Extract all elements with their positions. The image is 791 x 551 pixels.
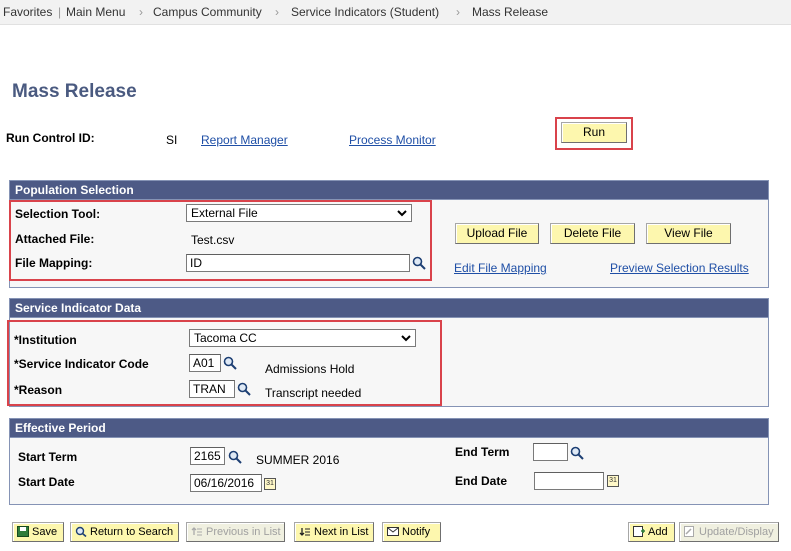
service-indicator-code-label: *Service Indicator Code bbox=[14, 357, 149, 371]
edit-file-mapping-link[interactable]: Edit File Mapping bbox=[454, 261, 547, 275]
population-selection-header: Population Selection bbox=[10, 181, 768, 200]
file-mapping-input[interactable]: ID bbox=[186, 254, 410, 272]
notify-icon bbox=[387, 527, 399, 536]
service-indicator-code-description: Admissions Hold bbox=[265, 362, 355, 376]
start-term-description: SUMMER 2016 bbox=[256, 453, 340, 467]
update-display-label: Update/Display bbox=[699, 526, 774, 538]
add-button[interactable]: Add bbox=[628, 522, 675, 542]
add-icon bbox=[633, 526, 645, 537]
add-label: Add bbox=[648, 526, 668, 538]
search-icon[interactable] bbox=[223, 356, 237, 370]
effective-period-header: Effective Period bbox=[10, 419, 768, 438]
update-display-button[interactable]: Update/Display bbox=[679, 522, 779, 542]
service-indicator-code-input[interactable]: A01 bbox=[189, 354, 221, 372]
save-button[interactable]: Save bbox=[12, 522, 64, 542]
search-icon[interactable] bbox=[237, 382, 251, 396]
return-to-search-label: Return to Search bbox=[90, 526, 174, 538]
breadcrumb-chevron: › bbox=[456, 5, 460, 19]
page-title: Mass Release bbox=[12, 81, 137, 102]
view-file-button[interactable]: View File bbox=[646, 223, 731, 244]
delete-file-button[interactable]: Delete File bbox=[550, 223, 635, 244]
breadcrumb-service-indicators[interactable]: Service Indicators (Student) bbox=[291, 5, 439, 19]
end-date-input[interactable] bbox=[534, 472, 604, 490]
update-display-icon bbox=[684, 526, 694, 537]
file-mapping-label: File Mapping: bbox=[15, 256, 93, 270]
start-date-input[interactable]: 06/16/2016 bbox=[190, 474, 262, 492]
calendar-icon[interactable]: 31 bbox=[264, 478, 276, 490]
breadcrumb-main-menu[interactable]: Main Menu bbox=[66, 5, 125, 19]
previous-in-list-label: Previous in List bbox=[206, 526, 281, 538]
end-date-label: End Date bbox=[455, 474, 508, 488]
chevron-down-icon bbox=[397, 210, 407, 217]
breadcrumb-chevron: › bbox=[139, 5, 143, 19]
chevron-down-icon bbox=[401, 335, 411, 342]
previous-in-list-button[interactable]: Previous in List bbox=[186, 522, 285, 542]
return-to-search-button[interactable]: Return to Search bbox=[70, 522, 179, 542]
selection-tool-value: External File bbox=[191, 206, 258, 220]
breadcrumb-mass-release[interactable]: Mass Release bbox=[472, 5, 548, 19]
reason-input[interactable]: TRAN bbox=[189, 380, 235, 398]
run-control-label: Run Control ID: bbox=[6, 131, 95, 145]
search-icon[interactable] bbox=[570, 446, 584, 460]
notify-label: Notify bbox=[402, 526, 431, 538]
reason-label: *Reason bbox=[14, 383, 63, 397]
end-term-label: End Term bbox=[455, 445, 510, 459]
preview-selection-results-link[interactable]: Preview Selection Results bbox=[610, 261, 749, 275]
notify-button[interactable]: Notify bbox=[382, 522, 441, 542]
institution-select[interactable]: Tacoma CC bbox=[189, 329, 416, 347]
start-date-label: Start Date bbox=[18, 475, 75, 489]
end-term-input[interactable] bbox=[533, 443, 568, 461]
attached-file-value: Test.csv bbox=[191, 233, 235, 247]
next-in-list-button[interactable]: Next in List bbox=[294, 522, 374, 542]
save-label: Save bbox=[32, 526, 58, 538]
report-manager-link[interactable]: Report Manager bbox=[201, 133, 288, 147]
process-monitor-link[interactable]: Process Monitor bbox=[349, 133, 436, 147]
start-term-input[interactable]: 2165 bbox=[190, 447, 225, 465]
search-icon bbox=[75, 526, 87, 537]
breadcrumb-separator: | bbox=[58, 5, 62, 19]
calendar-icon[interactable]: 31 bbox=[607, 475, 619, 487]
next-in-list-label: Next in List bbox=[314, 526, 369, 538]
previous-icon bbox=[191, 527, 202, 536]
run-button[interactable]: Run bbox=[561, 122, 627, 143]
institution-label: *Institution bbox=[14, 333, 77, 347]
run-control-value: SI bbox=[166, 133, 178, 147]
breadcrumb: Favorites | Main Menu › Campus Community… bbox=[0, 0, 791, 25]
effective-period-section: Effective Period bbox=[9, 418, 769, 505]
institution-value: Tacoma CC bbox=[194, 331, 257, 345]
attached-file-label: Attached File: bbox=[15, 232, 95, 246]
selection-tool-label: Selection Tool: bbox=[15, 207, 101, 221]
breadcrumb-chevron: › bbox=[275, 5, 279, 19]
search-icon[interactable] bbox=[412, 256, 426, 270]
breadcrumb-campus-community[interactable]: Campus Community bbox=[153, 5, 262, 19]
save-icon bbox=[17, 526, 29, 537]
start-term-label: Start Term bbox=[18, 450, 78, 464]
breadcrumb-favorites[interactable]: Favorites bbox=[3, 5, 52, 19]
service-indicator-header: Service Indicator Data bbox=[10, 299, 768, 318]
reason-description: Transcript needed bbox=[265, 386, 362, 400]
upload-file-button[interactable]: Upload File bbox=[455, 223, 539, 244]
next-icon bbox=[299, 528, 310, 536]
search-icon[interactable] bbox=[228, 450, 242, 464]
selection-tool-select[interactable]: External File bbox=[186, 204, 412, 222]
